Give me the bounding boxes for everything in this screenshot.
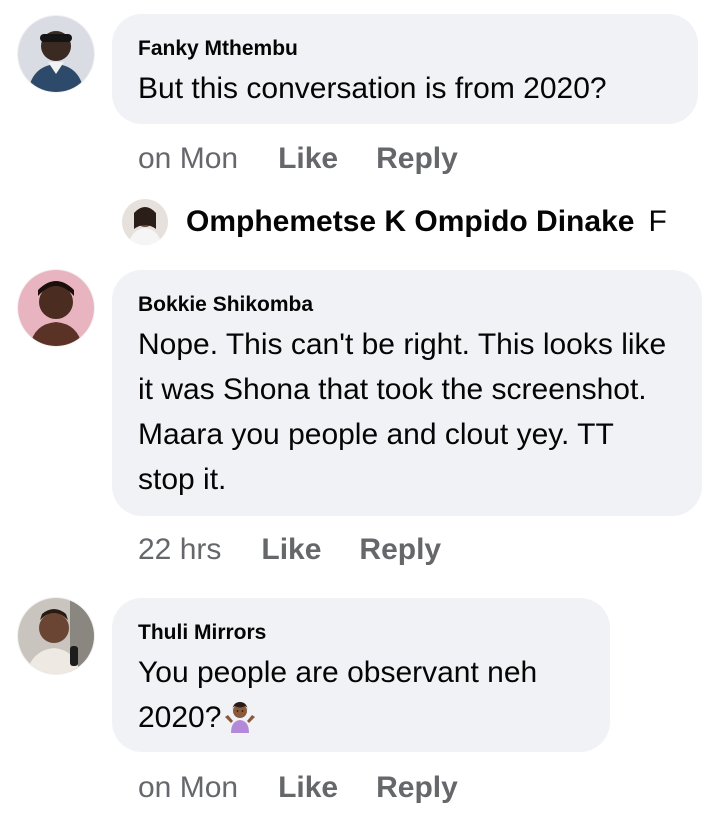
- comment-bubble: Fanky Mthembu But this conversation is f…: [112, 14, 698, 124]
- comment-actions: on Mon Like Reply: [138, 139, 496, 179]
- comment-thread: Fanky Mthembu But this conversation is f…: [0, 0, 720, 820]
- comment-text-line: You people are observant neh: [138, 656, 538, 689]
- comment-bubble: Bokkie Shikomba Nope. This can't be righ…: [112, 270, 702, 516]
- comment-text-line: 2020?: [138, 701, 222, 734]
- reply-preview[interactable]: Omphemetse K Ompido Dinake F: [122, 198, 682, 246]
- avatar[interactable]: [18, 270, 94, 346]
- comment-author[interactable]: Bokkie Shikomba: [138, 292, 676, 318]
- avatar[interactable]: [18, 598, 94, 674]
- comment-time[interactable]: on Mon: [138, 771, 238, 805]
- comment-text: But this conversation is from 2020?: [138, 72, 607, 105]
- comment-time[interactable]: 22 hrs: [138, 533, 221, 567]
- avatar[interactable]: [18, 16, 94, 92]
- like-button[interactable]: Like: [278, 771, 338, 805]
- comment-author[interactable]: Fanky Mthembu: [138, 36, 672, 62]
- comment-text: Nope. This can't be right. This looks li…: [138, 328, 667, 496]
- like-button[interactable]: Like: [261, 533, 321, 567]
- comment-bubble: Thuli Mirrors You people are observant n…: [112, 598, 610, 752]
- comment-author[interactable]: Thuli Mirrors: [138, 620, 584, 646]
- reply-button[interactable]: Reply: [359, 533, 441, 567]
- comment-text: You people are observant neh 2020?: [138, 650, 584, 740]
- person-shrugging-emoji-icon: [223, 699, 257, 733]
- reply-avatar[interactable]: [122, 199, 168, 245]
- comment-time[interactable]: on Mon: [138, 142, 238, 176]
- comment-actions: 22 hrs Like Reply: [138, 530, 479, 570]
- comment-actions: on Mon Like Reply: [138, 768, 496, 808]
- reply-author[interactable]: Omphemetse K Ompido Dinake: [186, 205, 634, 239]
- reply-button[interactable]: Reply: [376, 771, 458, 805]
- reply-button[interactable]: Reply: [376, 142, 458, 176]
- like-button[interactable]: Like: [278, 142, 338, 176]
- reply-snippet: F: [648, 205, 667, 238]
